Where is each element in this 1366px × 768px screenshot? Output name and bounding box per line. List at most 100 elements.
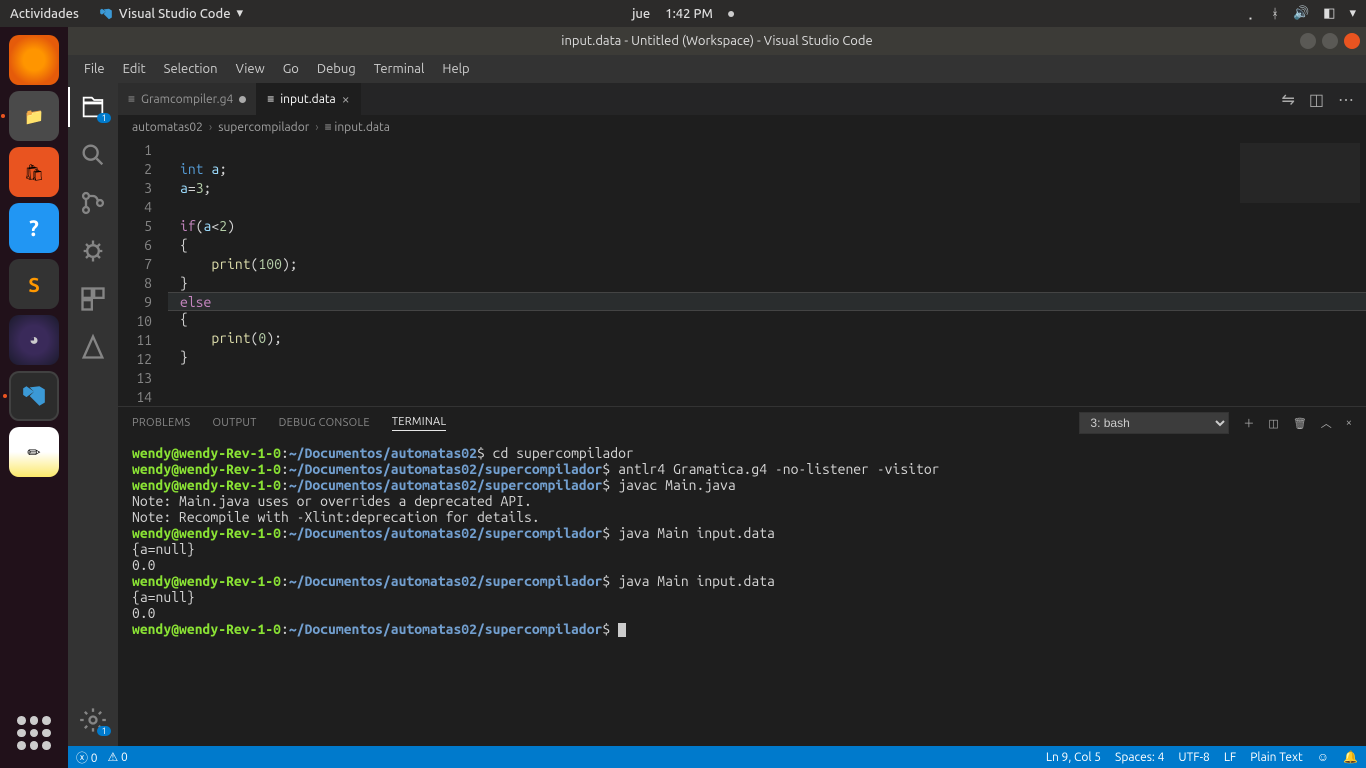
minimize-button[interactable]: [1300, 33, 1316, 49]
compare-changes-icon[interactable]: ⇋: [1281, 90, 1294, 109]
status-encoding[interactable]: UTF-8: [1178, 751, 1209, 764]
code-line[interactable]: }: [168, 348, 1366, 367]
new-terminal-icon[interactable]: ＋: [1243, 415, 1254, 431]
status-lncol[interactable]: Ln 9, Col 5: [1046, 751, 1101, 764]
terminal-line: 0.0: [132, 605, 1352, 621]
code-line[interactable]: {: [168, 310, 1366, 329]
file-icon: ≡: [267, 92, 274, 106]
menu-debug[interactable]: Debug: [309, 58, 364, 80]
terminal-line: wendy@wendy-Rev-1-0:~/Documentos/automat…: [132, 573, 1352, 589]
code-line[interactable]: [168, 367, 1366, 386]
panel-tabs: PROBLEMS OUTPUT DEBUG CONSOLE TERMINAL 3: ba…: [118, 407, 1366, 439]
battery-icon[interactable]: ◧: [1323, 6, 1335, 21]
breadcrumb-segment[interactable]: automatas02: [132, 121, 203, 134]
extensions-icon[interactable]: [79, 285, 107, 313]
panel-tab-output[interactable]: OUTPUT: [212, 417, 256, 429]
activity-bar: 1 1: [68, 83, 118, 746]
search-icon[interactable]: [79, 141, 107, 169]
gnome-top-bar: Actividades Visual Studio Code ▾ jue 1:4…: [0, 0, 1366, 27]
terminal-line: wendy@wendy-Rev-1-0:~/Documentos/automat…: [132, 525, 1352, 541]
more-actions-icon[interactable]: ⋯: [1338, 90, 1354, 109]
notifications-icon[interactable]: 🔔: [1343, 750, 1358, 764]
code-line[interactable]: {: [168, 236, 1366, 255]
menu-file[interactable]: File: [76, 58, 113, 80]
maximize-panel-icon[interactable]: ︿: [1321, 415, 1332, 431]
status-language[interactable]: Plain Text: [1250, 751, 1303, 764]
feedback-icon[interactable]: ☺: [1317, 750, 1329, 764]
vscode-icon: [99, 7, 113, 21]
debug-icon[interactable]: [79, 237, 107, 265]
panel-tab-terminal[interactable]: TERMINAL: [392, 416, 447, 431]
code-line[interactable]: else: [168, 292, 1366, 311]
code-line[interactable]: a=3;: [168, 179, 1366, 198]
dock-nautilus[interactable]: 📁: [9, 91, 59, 141]
settings-icon[interactable]: 1: [79, 706, 107, 734]
power-menu[interactable]: ▾: [1349, 6, 1356, 21]
kill-terminal-icon[interactable]: 🗑: [1293, 417, 1307, 430]
status-eol[interactable]: LF: [1224, 751, 1236, 764]
bluetooth-icon[interactable]: ᚼ: [1271, 7, 1279, 21]
panel-tab-debug-console[interactable]: DEBUG CONSOLE: [279, 417, 370, 429]
window-titlebar: input.data - Untitled (Workspace) - Visu…: [68, 27, 1366, 55]
dock-help[interactable]: ?: [9, 203, 59, 253]
menu-edit[interactable]: Edit: [115, 58, 154, 80]
maximize-button[interactable]: [1322, 33, 1338, 49]
line-gutter: 1234567891011121314: [118, 139, 168, 406]
dock-vscode[interactable]: [9, 371, 59, 421]
code-line[interactable]: [168, 141, 1366, 160]
split-terminal-icon[interactable]: ◫: [1268, 417, 1278, 430]
close-button[interactable]: [1344, 33, 1360, 49]
activities-button[interactable]: Actividades: [10, 7, 79, 21]
show-applications[interactable]: [9, 708, 59, 758]
code-line[interactable]: int a;: [168, 160, 1366, 179]
clock[interactable]: jue 1:42 PM: [632, 7, 734, 21]
code-line[interactable]: print(100);: [168, 255, 1366, 274]
terminal-line: 0.0: [132, 557, 1352, 573]
volume-icon[interactable]: 🔊: [1293, 6, 1309, 21]
dock-software[interactable]: 🛍: [9, 147, 59, 197]
azure-icon[interactable]: [79, 333, 107, 361]
minimap[interactable]: [1240, 143, 1360, 203]
tab-Gramcompiler-g4[interactable]: ≡Gramcompiler.g4: [118, 83, 257, 115]
breadcrumb-segment[interactable]: ≡ input.data: [325, 120, 390, 134]
breadcrumb-segment[interactable]: supercompilador: [218, 121, 309, 134]
explorer-icon[interactable]: 1: [79, 93, 107, 121]
terminal-line: Note: Recompile with -Xlint:deprecation …: [132, 509, 1352, 525]
wifi-icon[interactable]: ⡀: [1248, 6, 1258, 21]
code-line[interactable]: if(a<2): [168, 217, 1366, 236]
breadcrumb[interactable]: automatas02›supercompilador›≡ input.data: [118, 115, 1366, 139]
status-errors[interactable]: ⓧ 0: [76, 749, 98, 766]
code-line[interactable]: [168, 386, 1366, 405]
menu-go[interactable]: Go: [275, 58, 307, 80]
dock-firefox[interactable]: [9, 35, 59, 85]
app-menu[interactable]: Visual Studio Code ▾: [99, 6, 243, 21]
code-editor[interactable]: 1234567891011121314 int a;a=3;if(a<2){ p…: [118, 139, 1366, 406]
window-title-text: input.data - Untitled (Workspace) - Visu…: [561, 34, 872, 48]
dock-sublime[interactable]: S: [9, 259, 59, 309]
menu-help[interactable]: Help: [434, 58, 477, 80]
terminal-line: wendy@wendy-Rev-1-0:~/Documentos/automat…: [132, 445, 1352, 461]
tab-input-data[interactable]: ≡input.data×: [257, 83, 360, 115]
menu-terminal[interactable]: Terminal: [366, 58, 433, 80]
dock-eclipse[interactable]: ◕: [9, 315, 59, 365]
terminal[interactable]: wendy@wendy-Rev-1-0:~/Documentos/automat…: [118, 439, 1366, 746]
code-line[interactable]: }: [168, 274, 1366, 293]
panel-tab-problems[interactable]: PROBLEMS: [132, 417, 190, 429]
tabs-bar: ≡Gramcompiler.g4≡input.data× ⇋ ◫ ⋯: [118, 83, 1366, 115]
code-line[interactable]: [168, 198, 1366, 217]
status-warnings[interactable]: ⚠ 0: [108, 750, 128, 764]
source-control-icon[interactable]: [79, 189, 107, 217]
menu-view[interactable]: View: [228, 58, 273, 80]
menu-bar: FileEditSelectionViewGoDebugTerminalHelp: [68, 55, 1366, 83]
terminal-selector[interactable]: 3: bash: [1079, 412, 1229, 434]
panel: PROBLEMS OUTPUT DEBUG CONSOLE TERMINAL 3: ba…: [118, 406, 1366, 746]
terminal-line: wendy@wendy-Rev-1-0:~/Documentos/automat…: [132, 477, 1352, 493]
close-panel-icon[interactable]: ×: [1346, 417, 1352, 429]
code-line[interactable]: print(0);: [168, 329, 1366, 348]
status-spaces[interactable]: Spaces: 4: [1115, 751, 1164, 764]
ubuntu-dock: 📁 🛍 ? S ◕ ✏: [0, 27, 68, 768]
close-tab-icon[interactable]: ×: [342, 91, 350, 107]
menu-selection[interactable]: Selection: [156, 58, 226, 80]
split-editor-icon[interactable]: ◫: [1309, 90, 1324, 109]
dock-notes[interactable]: ✏: [9, 427, 59, 477]
